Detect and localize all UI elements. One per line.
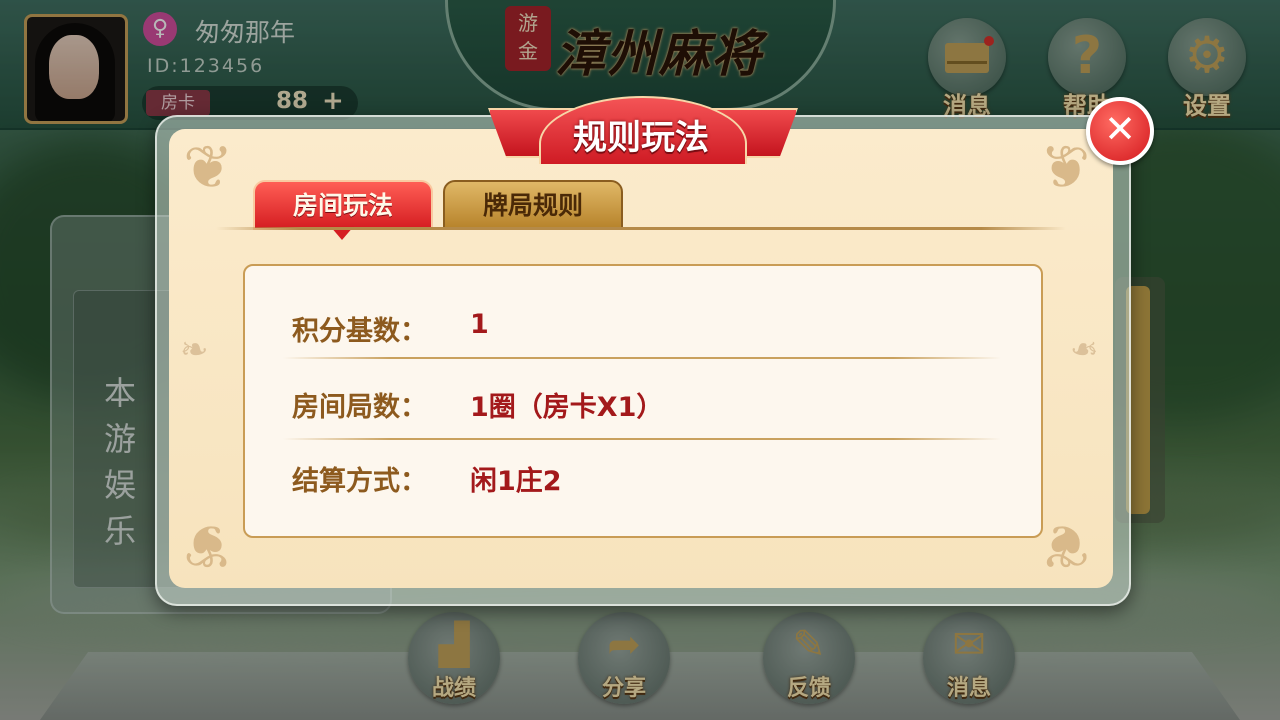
- rule-label-base-score: 积分基数：: [292, 316, 427, 347]
- corner-ornament-icon: ❦: [1040, 510, 1091, 580]
- tab-game-rules[interactable]: 牌局规则: [443, 180, 623, 230]
- side-ornament-icon: ❧: [180, 330, 209, 370]
- rule-label-settlement: 结算方式：: [292, 466, 427, 497]
- rule-value-settlement: 闲1庄2: [470, 466, 562, 497]
- rule-divider: [283, 438, 1001, 440]
- corner-ornament-icon: ❦: [183, 510, 234, 580]
- dialog-title: 规则玩法: [573, 118, 709, 158]
- close-button[interactable]: ✕: [1086, 97, 1154, 165]
- rule-value-base-score: 1: [470, 309, 489, 340]
- dialog-title-ribbon: 规则玩法: [488, 96, 798, 164]
- rule-label-round-count: 房间局数：: [292, 392, 427, 423]
- rule-value-round-count: 1圈（房卡X1）: [470, 392, 664, 423]
- corner-ornament-icon: ❦: [183, 133, 234, 203]
- tab-room-rules[interactable]: 房间玩法: [253, 180, 433, 230]
- close-icon: ✕: [1104, 107, 1136, 151]
- side-ornament-icon: ❧: [1070, 330, 1099, 370]
- tab-divider: [216, 227, 1066, 230]
- corner-ornament-icon: ❦: [1040, 133, 1091, 203]
- rule-divider: [283, 357, 1001, 359]
